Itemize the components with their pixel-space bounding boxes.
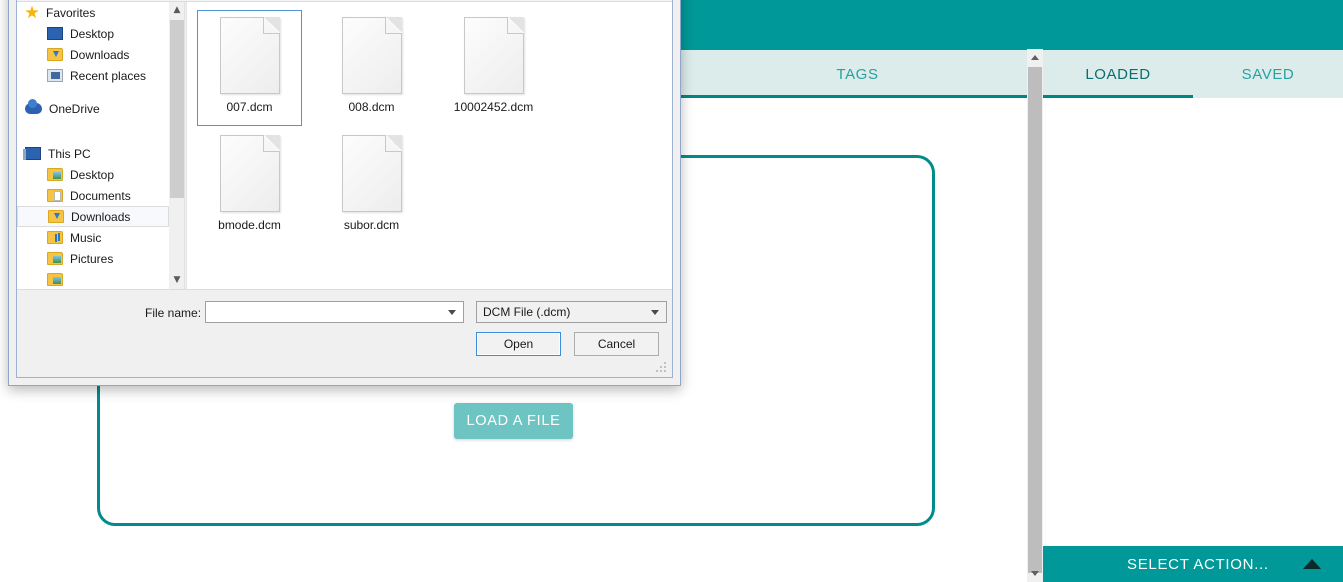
file-name-label: 10002452.dcm [453,100,534,114]
nav-label-downloads-pc: Downloads [71,209,131,224]
load-a-file-button[interactable]: LOAD A FILE [454,403,573,439]
generic-file-icon [219,135,280,212]
tab-tags-label: TAGS [836,65,879,83]
navigation-pane[interactable]: Favorites Desktop Downloads Recent place… [17,2,169,289]
nav-item-recent-places[interactable]: Recent places [17,65,169,86]
folder-icon [47,273,63,286]
nav-label-recent-places: Recent places [70,68,147,83]
nav-label-desktop-fav: Desktop [70,26,115,41]
chevron-down-icon[interactable] [448,310,456,315]
nav-item-desktop-fav[interactable]: Desktop [17,23,169,44]
nav-item-pictures[interactable]: Pictures [17,248,169,269]
nav-label-favorites: Favorites [46,5,96,20]
tab-saved-label: SAVED [1241,65,1295,83]
nav-label-music: Music [70,230,102,245]
downloads-folder-icon [48,210,64,223]
nav-group-onedrive[interactable]: OneDrive [17,98,169,119]
nav-label-this-pc: This PC [48,146,91,161]
nav-group-favorites[interactable]: Favorites [17,2,169,23]
nav-label-downloads-fav: Downloads [70,47,130,62]
file-name-label: subor.dcm [343,218,400,232]
chevron-up-icon[interactable]: ▲ [169,2,185,19]
file-name-label: 008.dcm [348,100,395,114]
nav-label-onedrive: OneDrive [49,101,100,116]
file-name-label-static: File name: [145,306,202,320]
monitor-icon [47,27,63,40]
cloud-icon [25,99,42,114]
open-file-dialog: Organize New folder Favorites [8,0,681,386]
nav-item-desktop-pc[interactable]: Desktop [17,164,169,185]
open-button[interactable]: Open [476,332,561,356]
tab-loaded-label: LOADED [1085,65,1151,83]
file-tile[interactable]: 008.dcm [319,10,424,126]
nav-item-music[interactable]: Music [17,227,169,248]
star-icon [25,5,39,19]
nav-group-this-pc[interactable]: This PC [17,143,169,164]
open-button-label: Open [503,337,534,351]
app-vertical-scrollbar[interactable] [1027,49,1043,582]
file-list-view[interactable]: 007.dcm 008.dcm 10002452.dcm bmode.dcm s… [186,2,672,289]
pictures-folder-icon [47,252,63,265]
file-name-combobox[interactable] [205,301,464,323]
generic-file-icon [341,135,402,212]
app-tab-bar: TAGS LOADED SAVED [680,50,1343,98]
file-name-input[interactable] [209,302,449,322]
dialog-body: Favorites Desktop Downloads Recent place… [17,2,672,289]
nav-label-pictures: Pictures [70,251,114,266]
desktop-folder-icon [47,168,63,181]
tab-underline-loaded [1043,95,1193,98]
nav-label-desktop-pc: Desktop [70,167,115,182]
file-type-value: DCM File (.dcm) [483,305,571,319]
nav-label-documents: Documents [70,188,131,203]
nav-item-documents[interactable]: Documents [17,185,169,206]
scrollbar-thumb[interactable] [1028,67,1042,573]
chevron-down-icon[interactable] [651,310,659,315]
tab-underline-left [680,95,1035,98]
select-action-bar[interactable]: SELECT ACTION... [1043,546,1343,582]
music-folder-icon [47,231,63,244]
documents-folder-icon [47,189,63,202]
file-name-label: 007.dcm [226,100,273,114]
this-pc-icon [23,147,41,160]
file-type-dropdown[interactable]: DCM File (.dcm) [476,301,667,323]
nav-pane-scrollbar[interactable]: ▲ ▼ [169,2,185,289]
select-action-label: SELECT ACTION... [1127,555,1269,573]
nav-item-downloads-fav[interactable]: Downloads [17,44,169,65]
recent-places-icon [47,69,63,82]
file-name-label: bmode.dcm [218,218,281,232]
generic-file-icon [219,17,280,94]
scroll-down-arrow-icon[interactable] [1027,565,1043,582]
file-tile[interactable]: 007.dcm [197,10,302,126]
generic-file-icon [463,17,524,94]
caret-up-icon [1303,559,1321,569]
load-a-file-label: LOAD A FILE [466,413,561,429]
cancel-button[interactable]: Cancel [574,332,659,356]
cancel-button-label: Cancel [597,337,636,351]
nav-item-downloads-pc[interactable]: Downloads [17,206,169,227]
file-tile[interactable]: bmode.dcm [197,128,302,244]
nav-item-partial[interactable] [17,269,169,289]
tab-saved[interactable]: SAVED [1193,50,1343,98]
scroll-up-arrow-icon[interactable] [1027,49,1043,66]
nav-scrollbar-thumb[interactable] [170,20,184,198]
dialog-footer: File name: DCM File (.dcm) Open Cancel [17,289,672,377]
tab-loaded[interactable]: LOADED [1043,50,1193,98]
resize-grip-icon[interactable] [656,362,668,374]
tab-tags[interactable]: TAGS [680,50,1035,98]
file-tile[interactable]: subor.dcm [319,128,424,244]
file-tile[interactable]: 10002452.dcm [441,10,546,126]
generic-file-icon [341,17,402,94]
chevron-down-icon[interactable]: ▼ [169,272,185,289]
downloads-folder-icon [47,48,63,61]
app-header-bar [680,0,1343,50]
dialog-inner-frame: Organize New folder Favorites [16,0,673,378]
